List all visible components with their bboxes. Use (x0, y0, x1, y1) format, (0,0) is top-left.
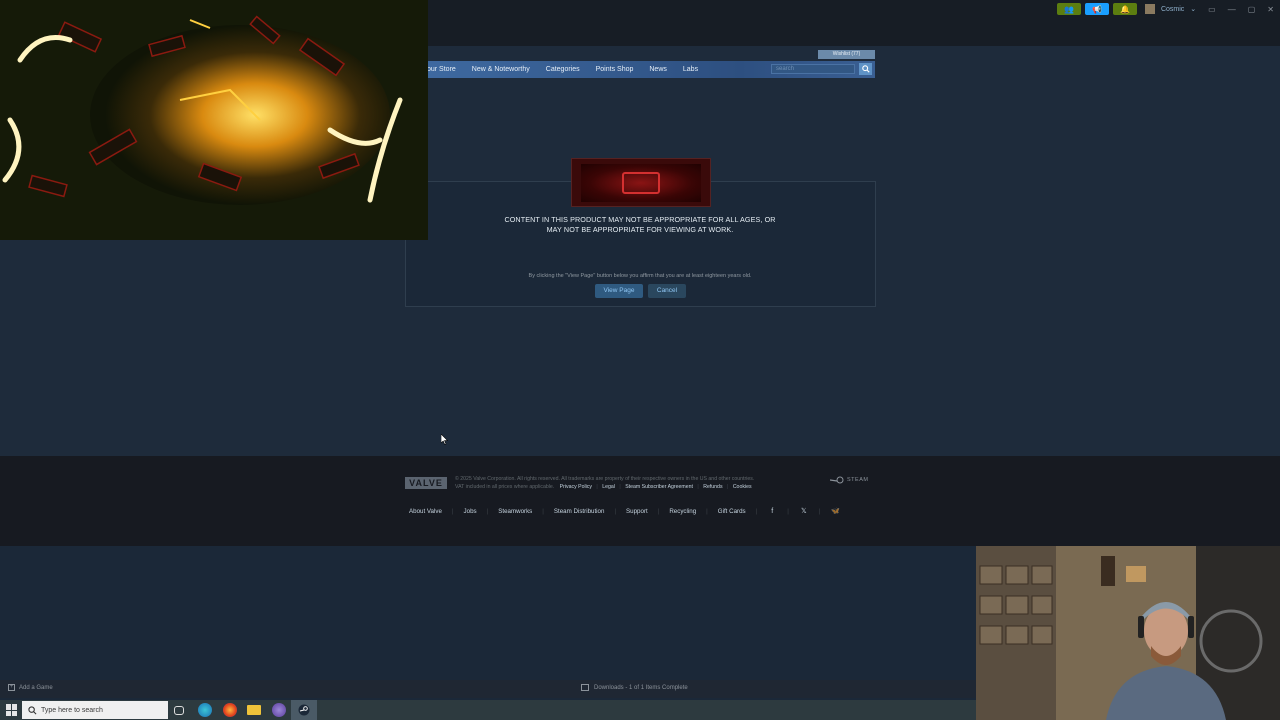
file-explorer-icon[interactable] (247, 705, 261, 715)
jobs-link[interactable]: Jobs (464, 508, 477, 515)
divider: | (697, 484, 699, 490)
nav-categories[interactable]: Categories (546, 66, 580, 73)
plus-icon: + (8, 684, 15, 691)
store-search-input[interactable]: search (771, 64, 855, 74)
add-game-button[interactable]: + Add a Game (8, 684, 53, 691)
refunds-link[interactable]: Refunds (703, 484, 722, 490)
nav-points-shop[interactable]: Points Shop (596, 66, 634, 73)
divider: | (486, 507, 489, 515)
divider: | (614, 507, 617, 515)
notifications-icon[interactable]: 🔔 (1112, 3, 1137, 15)
legal-link[interactable]: Legal (602, 484, 615, 490)
warning-line-2: MAY NOT BE APPROPRIATE FOR VIEWING AT WO… (546, 225, 734, 234)
search-icon (28, 705, 37, 714)
vat-text: VAT included in all prices where applica… (455, 484, 555, 490)
divider: | (818, 507, 821, 515)
firefox-icon[interactable] (223, 703, 237, 717)
download-icon (581, 684, 589, 691)
cookies-link[interactable]: Cookies (733, 484, 752, 490)
about-valve-link[interactable]: About Valve (409, 508, 442, 515)
nav-news[interactable]: News (649, 66, 667, 73)
store-footer (0, 456, 1280, 546)
steam-icon (830, 476, 844, 484)
divider: | (542, 507, 544, 515)
friends-icon[interactable]: 👥 (1056, 3, 1081, 15)
edge-icon[interactable] (198, 703, 212, 717)
steam-logo[interactable]: STEAM (830, 476, 868, 484)
content-warning: CONTENT IN THIS PRODUCT MAY NOT BE APPRO… (490, 215, 790, 235)
webcam-overlay (976, 546, 1280, 720)
avatar[interactable] (1144, 4, 1155, 14)
x-twitter-icon[interactable]: 𝕏 (799, 507, 809, 515)
game-banner-image (571, 158, 711, 207)
wishlist-button[interactable]: Wishlist (77) (818, 50, 875, 59)
recycling-link[interactable]: Recycling (669, 508, 696, 515)
gameplay-video-overlay (0, 0, 428, 240)
nav-new-noteworthy[interactable]: New & Noteworthy (472, 66, 530, 73)
big-picture-icon[interactable]: ▭ (1208, 5, 1216, 14)
topbar-controls: 👥 📢 🔔 Cosmic ⌄ ▭ — ▢ ✕ (1056, 3, 1274, 15)
task-view-icon[interactable] (174, 706, 184, 715)
legal-text: © 2025 Valve Corporation. All rights res… (455, 476, 755, 482)
account-name[interactable]: Cosmic (1161, 6, 1184, 13)
divider: | (596, 484, 598, 490)
gameplay-image (0, 0, 428, 240)
subscriber-agreement-link[interactable]: Steam Subscriber Agreement (625, 484, 693, 490)
store-nav-bar: our Store New & Noteworthy Categories Po… (427, 61, 875, 78)
webcam-image (976, 546, 1280, 720)
taskbar-search-placeholder: Type here to search (41, 706, 103, 714)
steam-taskbar-icon[interactable] (291, 700, 317, 720)
close-icon[interactable]: ✕ (1267, 5, 1274, 14)
windows-start-icon[interactable] (6, 704, 18, 716)
view-page-button[interactable]: View Page (595, 284, 643, 298)
divider: | (727, 484, 729, 490)
game-logo-image (581, 163, 701, 202)
announcements-icon[interactable]: 📢 (1084, 3, 1109, 15)
add-game-label: Add a Game (19, 684, 53, 691)
taskbar-search-input[interactable]: Type here to search (22, 701, 168, 719)
gift-cards-link[interactable]: Gift Cards (718, 508, 746, 515)
steamworks-link[interactable]: Steamworks (498, 508, 532, 515)
divider: | (451, 507, 454, 515)
warning-line-1: CONTENT IN THIS PRODUCT MAY NOT BE APPRO… (504, 215, 776, 224)
nav-labs[interactable]: Labs (683, 66, 698, 73)
age-affirmation-text: By clicking the "View Page" button below… (528, 273, 752, 279)
logo-shape (622, 171, 660, 194)
steam-distribution-link[interactable]: Steam Distribution (554, 508, 605, 515)
facebook-icon[interactable]: f (767, 508, 777, 515)
divider: | (787, 507, 789, 515)
divider: | (619, 484, 621, 490)
legal-links-row: VAT included in all prices where applica… (455, 484, 752, 490)
bluesky-icon[interactable]: 🦋 (830, 507, 840, 515)
steam-logo-text: STEAM (847, 477, 869, 483)
maximize-icon[interactable]: ▢ (1248, 5, 1256, 14)
privacy-policy-link[interactable]: Privacy Policy (560, 484, 592, 490)
chevron-down-icon[interactable]: ⌄ (1190, 5, 1196, 13)
downloads-label: Downloads - 1 of 1 Items Complete (594, 684, 688, 691)
valve-logo[interactable]: VALVE (405, 477, 447, 489)
nav-your-store[interactable]: our Store (427, 66, 456, 73)
divider: | (657, 507, 660, 515)
minimize-icon[interactable]: — (1228, 5, 1236, 14)
obs-icon[interactable] (272, 703, 286, 717)
divider: | (755, 507, 758, 515)
cancel-button[interactable]: Cancel (648, 284, 686, 298)
support-link[interactable]: Support (626, 508, 648, 515)
divider: | (706, 507, 708, 515)
footer-links: About Valve | Jobs | Steamworks | Steam … (405, 507, 840, 516)
steam-icon (298, 704, 310, 716)
downloads-status[interactable]: Downloads - 1 of 1 Items Complete (581, 684, 688, 691)
search-icon[interactable] (859, 63, 872, 75)
